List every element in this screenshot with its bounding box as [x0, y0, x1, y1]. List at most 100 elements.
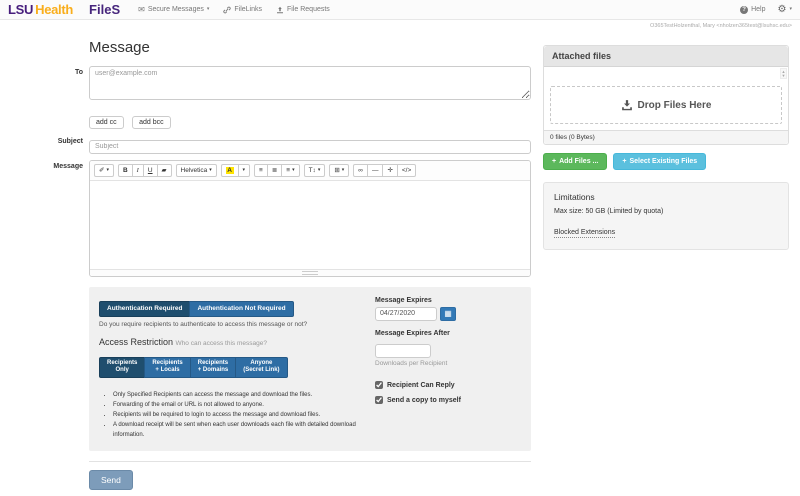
code-view-button[interactable]: </> — [397, 164, 416, 177]
fullscreen-button[interactable]: ✛ — [382, 164, 397, 177]
auth-required-button[interactable]: Authentication Required — [99, 301, 190, 317]
select-existing-files-label: Select Existing Files — [629, 158, 697, 165]
anyone-secret-link-button[interactable]: Anyone (Secret Link) — [235, 357, 287, 378]
caret-down-icon: ▾ — [342, 168, 345, 173]
ordered-list-icon: ≣ — [272, 166, 277, 174]
calendar-button[interactable]: ▦ — [440, 307, 456, 321]
app-brand[interactable]: FileS — [89, 2, 120, 17]
table-button[interactable]: ⊞ ▾ — [329, 164, 349, 177]
recipients-domains-button[interactable]: Recipients + Domains — [190, 357, 237, 378]
expires-after-input[interactable] — [375, 344, 431, 358]
limitations-panel: Limitations Max size: 50 GB (Limited by … — [543, 182, 789, 250]
attachments-column: Attached files ▲ ▼ Drop Files Here 0 fil… — [543, 33, 789, 250]
attachment-buttons: + Add Files ... + Select Existing Files — [543, 153, 789, 170]
fullscreen-icon: ✛ — [387, 166, 392, 174]
send-button[interactable]: Send — [89, 470, 133, 490]
lsu-health-logo[interactable]: LSU Health — [8, 2, 73, 17]
access-bullet: Only Specified Recipients can access the… — [113, 390, 363, 400]
message-editor-area[interactable] — [90, 181, 530, 269]
font-color-caret-button[interactable]: ▾ — [238, 164, 251, 177]
drop-zone-container: Drop Files Here — [544, 80, 788, 130]
compose-column: Message To add cc add bcc Subject Messag… — [35, 33, 531, 496]
ordered-list-button[interactable]: ≣ — [267, 164, 282, 177]
recipient-can-reply-row: Recipient Can Reply — [375, 381, 521, 389]
gear-icon: ⚙ — [778, 5, 787, 15]
code-view-icon: </> — [402, 167, 411, 174]
message-row: Message ✐ ▾ B I U — [35, 160, 531, 490]
nav-file-requests[interactable]: File Requests — [276, 6, 330, 14]
unordered-list-icon: ≡ — [259, 167, 263, 174]
send-copy-checkbox[interactable] — [375, 396, 383, 404]
add-files-button[interactable]: + Add Files ... — [543, 153, 607, 170]
caret-down-icon: ▾ — [209, 168, 212, 173]
message-options-panel: Authentication Required Authentication N… — [89, 287, 531, 451]
line-height-button[interactable]: T↕ ▾ — [304, 164, 326, 177]
paragraph-button[interactable]: ≡ ▾ — [281, 164, 299, 177]
auth-help-text: Do you require recipients to authenticat… — [99, 321, 363, 328]
files-count: 0 files (0 Bytes) — [544, 130, 788, 144]
recipients-only-button[interactable]: Recipients Only — [99, 357, 145, 378]
horizontal-rule-button[interactable]: — — [367, 164, 384, 177]
select-existing-files-button[interactable]: + Select Existing Files — [613, 153, 706, 170]
editor-toolbar: ✐ ▾ B I U ▰ — [90, 161, 530, 181]
recipients-locals-button[interactable]: Recipients + Locals — [144, 357, 190, 378]
expires-date-input[interactable] — [375, 307, 437, 321]
font-name-label: Helvetica — [181, 167, 208, 174]
font-color-icon: A — [226, 167, 234, 174]
auth-not-required-button[interactable]: Authentication Not Required — [189, 301, 293, 317]
caret-down-icon: ▾ — [243, 168, 246, 173]
scroll-down-icon[interactable]: ▼ — [782, 74, 786, 78]
access-bullet: A download receipt will be sent when eac… — [113, 420, 363, 440]
settings-button[interactable]: ⚙ ▾ — [778, 5, 792, 15]
to-label: To — [35, 66, 89, 105]
style-button[interactable]: ✐ ▾ — [94, 164, 114, 177]
font-color-button[interactable]: A — [221, 164, 239, 177]
caret-down-icon: ▾ — [207, 7, 210, 12]
underline-button[interactable]: U — [143, 164, 158, 177]
table-icon: ⊞ — [334, 166, 339, 174]
caret-down-icon: ▾ — [789, 7, 792, 12]
attached-files-list[interactable]: ▲ ▼ — [544, 67, 788, 80]
download-tray-icon — [621, 99, 633, 111]
help-icon: ? — [740, 6, 748, 14]
help-label: Help — [751, 6, 765, 13]
font-name-button[interactable]: Helvetica ▾ — [176, 164, 217, 177]
subject-input[interactable] — [89, 140, 531, 154]
drop-files-zone[interactable]: Drop Files Here — [550, 86, 782, 124]
add-cc-button[interactable]: add cc — [89, 116, 124, 129]
horizontal-rule-icon: — — [372, 167, 379, 174]
access-bullet: Forwarding of the email or URL is not al… — [113, 400, 363, 410]
link-icon — [223, 6, 231, 14]
access-rules-list: Only Specified Recipients can access the… — [113, 390, 363, 441]
blocked-extensions-link[interactable]: Blocked Extensions — [554, 229, 615, 238]
insert-link-button[interactable]: ∞ — [353, 164, 368, 177]
caret-down-icon: ▾ — [106, 168, 109, 173]
access-bullet: Recipients will be required to login to … — [113, 410, 363, 420]
add-bcc-button[interactable]: add bcc — [132, 116, 171, 129]
authentication-toggle-group: Authentication Required Authentication N… — [99, 301, 294, 317]
send-copy-row: Send a copy to myself — [375, 396, 521, 404]
add-files-label: Add Files ... — [559, 158, 598, 165]
attached-files-panel: Attached files ▲ ▼ Drop Files Here 0 fil… — [543, 45, 789, 145]
rich-text-editor: ✐ ▾ B I U ▰ — [89, 160, 531, 277]
top-navbar: LSU Health FileS ✉ Secure Messages ▾ Fil… — [0, 0, 800, 20]
message-expires-label: Message Expires — [375, 297, 521, 304]
nav-filelinks[interactable]: FileLinks — [223, 6, 262, 14]
scrollbar[interactable]: ▲ ▼ — [780, 68, 787, 79]
align-icon: ≡ — [286, 167, 290, 174]
bold-button[interactable]: B — [118, 164, 133, 177]
access-restriction-title: Access Restriction Who can access this m… — [99, 337, 363, 347]
resize-handle[interactable] — [302, 271, 318, 275]
recipient-can-reply-checkbox[interactable] — [375, 381, 383, 389]
nav-secure-messages[interactable]: ✉ Secure Messages ▾ — [138, 5, 209, 14]
line-height-icon: T↕ — [309, 167, 316, 174]
logged-in-user: O365TestHolzenthal, Mary <nholzen365test… — [0, 20, 800, 31]
clear-format-button[interactable]: ▰ — [157, 164, 172, 177]
max-size-text: Max size: 50 GB (Limited by quota) — [554, 208, 778, 215]
magic-wand-icon: ✐ — [99, 166, 104, 174]
unordered-list-button[interactable]: ≡ — [254, 164, 268, 177]
help-button[interactable]: ? Help — [740, 6, 765, 14]
recipient-can-reply-label: Recipient Can Reply — [387, 382, 455, 389]
access-restriction-subtitle: Who can access this message? — [176, 340, 267, 347]
to-input[interactable] — [89, 66, 531, 100]
